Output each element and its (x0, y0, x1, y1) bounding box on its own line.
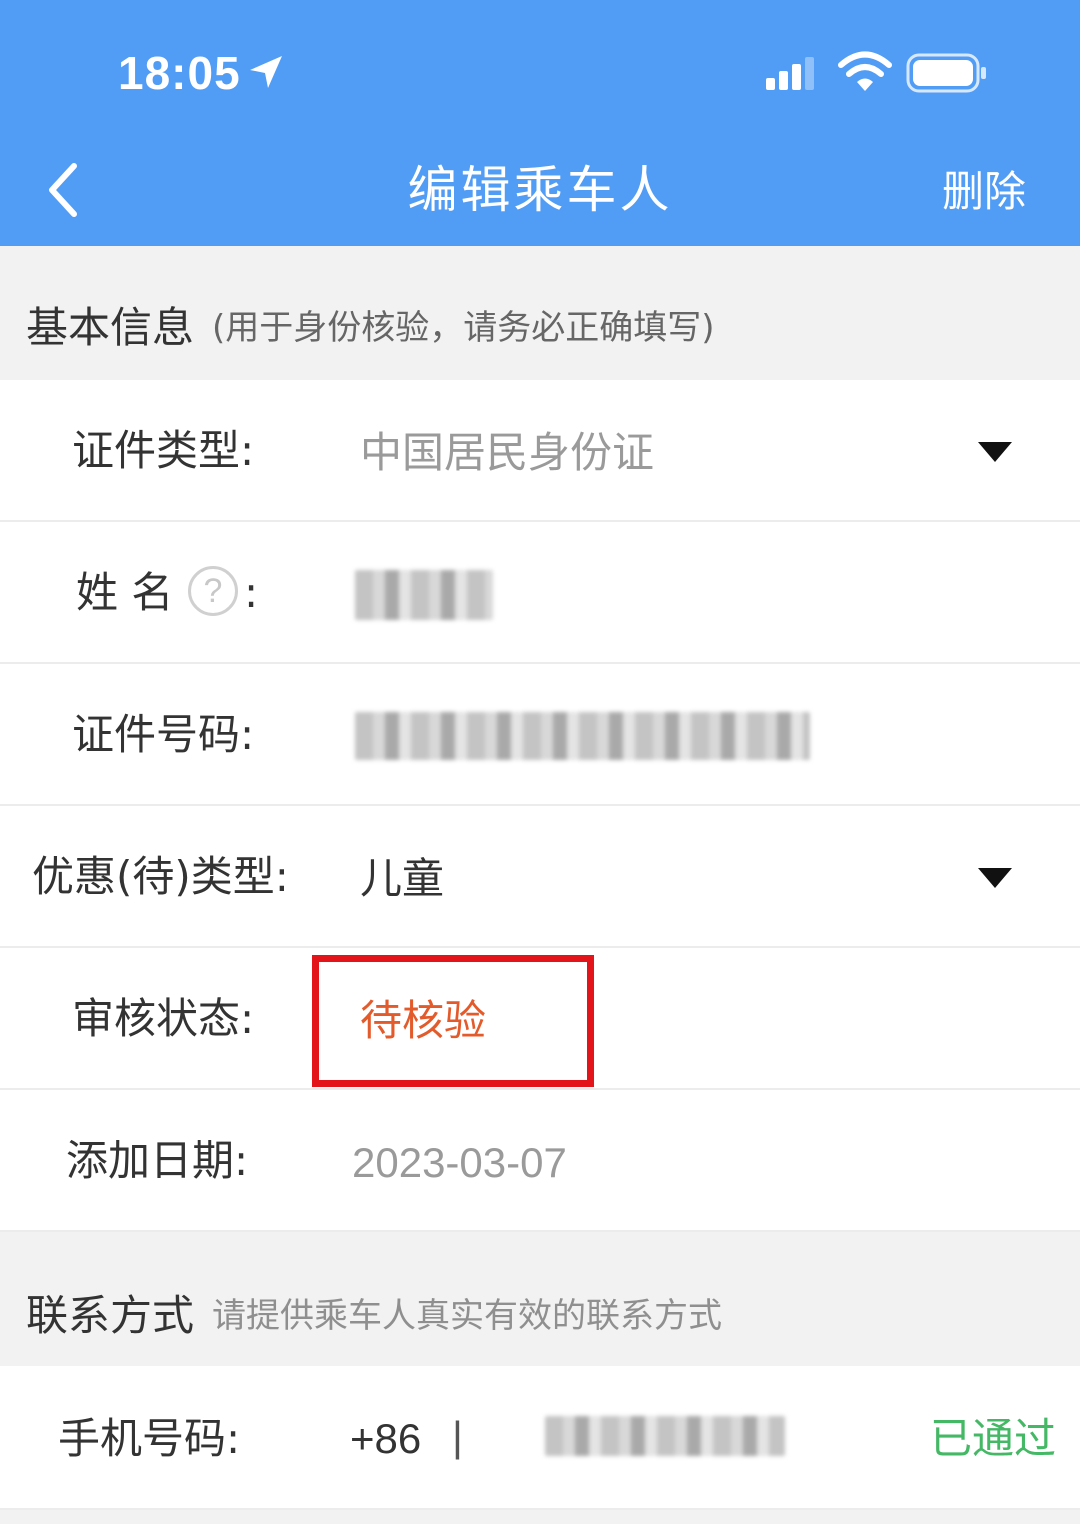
id-number-label: 证件号码: (72, 710, 255, 759)
discount-type-label: 优惠(待)类型: (32, 852, 289, 901)
id-number-value-redacted[interactable] (355, 712, 810, 760)
id-number-row: 证件号码: (0, 664, 1080, 806)
basic-info-header: 基本信息 (用于身份核验，请务必正确填写) (0, 246, 1080, 380)
country-code[interactable]: +86 (350, 1412, 421, 1466)
phone-separator: | (452, 1413, 463, 1460)
add-date-value: 2023-03-07 (352, 1139, 567, 1186)
cellular-signal-icon (766, 57, 814, 90)
id-type-value[interactable]: 中国居民身份证 (360, 426, 654, 480)
id-type-row[interactable]: 证件类型: 中国居民身份证 (0, 380, 1080, 522)
help-icon[interactable]: ? (188, 566, 238, 616)
status-time: 18:05 (118, 47, 241, 99)
id-type-label: 证件类型: (72, 426, 255, 475)
name-label: 姓 名 (76, 568, 174, 617)
contact-title: 联系方式 (26, 1291, 195, 1340)
delete-button[interactable]: 删除 (942, 166, 1026, 218)
discount-type-value[interactable]: 儿童 (360, 852, 444, 906)
discount-type-row[interactable]: 优惠(待)类型: 儿童 (0, 806, 1080, 948)
contact-subtitle: 请提供乘车人真实有效的联系方式 (212, 1296, 722, 1336)
location-arrow-icon (250, 56, 282, 88)
phone-value-redacted[interactable] (545, 1416, 785, 1456)
add-date-row: 添加日期: 2023-03-07 (0, 1090, 1080, 1232)
name-label-colon: : (244, 568, 259, 617)
top-bar: 18:05 编辑乘车人 删除 (0, 0, 1080, 246)
id-type-dropdown-caret-icon[interactable] (978, 442, 1012, 462)
basic-info-title: 基本信息 (26, 303, 195, 352)
battery-icon (906, 53, 986, 93)
name-row: 姓 名 : (0, 522, 1080, 664)
discount-type-dropdown-caret-icon[interactable] (978, 868, 1012, 888)
contact-header: 联系方式 请提供乘车人真实有效的联系方式 (0, 1232, 1080, 1366)
wifi-icon (838, 51, 892, 91)
phone-label: 手机号码: (58, 1414, 241, 1463)
basic-info-subtitle: (用于身份核验，请务必正确填写) (212, 308, 715, 348)
name-value-redacted[interactable] (355, 570, 493, 620)
phone-verified-status: 已通过 (930, 1414, 1057, 1463)
add-date-label: 添加日期: (66, 1136, 249, 1185)
phone-row: 手机号码: +86 | 已通过 (0, 1366, 1080, 1510)
review-status-highlight-box (312, 955, 594, 1087)
bottom-spacer (0, 1510, 1080, 1524)
review-status-label: 审核状态: (72, 994, 255, 1043)
page-title: 编辑乘车人 (407, 161, 673, 219)
